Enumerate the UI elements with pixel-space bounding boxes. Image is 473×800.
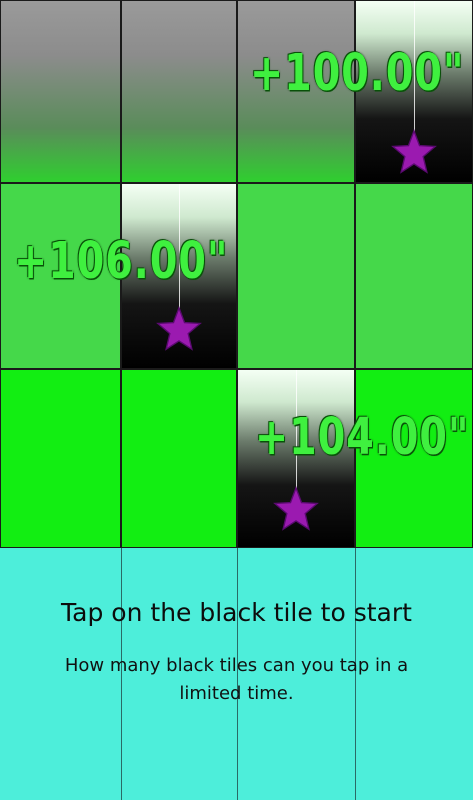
tile[interactable]	[0, 0, 121, 183]
tile[interactable]	[121, 0, 237, 183]
start-panel[interactable]: Tap on the black tile to start How many …	[0, 548, 473, 800]
start-instruction-subtitle: How many black tiles can you tap in a li…	[64, 655, 409, 704]
star-icon	[391, 129, 437, 174]
tile[interactable]	[355, 183, 473, 369]
star-icon	[273, 486, 319, 531]
star-icon	[156, 306, 202, 351]
game-board: +100.00" +106.00" +104.00" Tap on the bl…	[0, 0, 473, 800]
tile[interactable]	[121, 369, 237, 548]
bonus-score-text: +106.00"	[14, 232, 229, 291]
bonus-score-text: +100.00"	[250, 44, 465, 103]
bonus-score-text: +104.00"	[255, 408, 470, 467]
tile[interactable]	[0, 369, 121, 548]
start-instruction-title: Tap on the black tile to start	[61, 598, 412, 627]
tile[interactable]	[237, 183, 355, 369]
